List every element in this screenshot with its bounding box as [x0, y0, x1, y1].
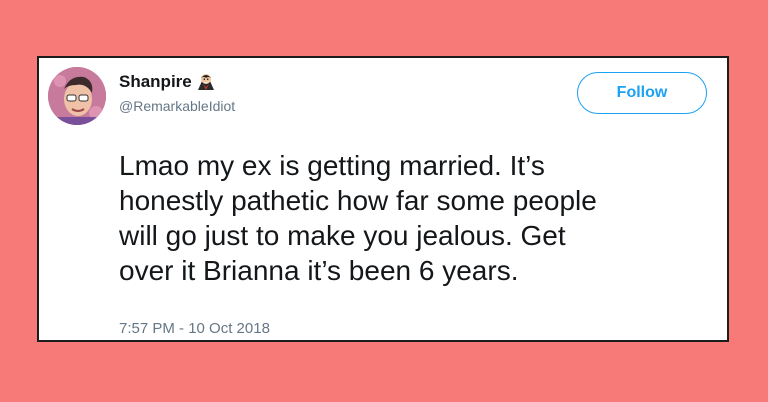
- tweet-line: honestly pathetic how far some people: [119, 185, 597, 216]
- tweet-line: will go just to make you jealous. Get: [119, 220, 566, 251]
- tweet-text: Lmao my ex is getting married. It’s hone…: [119, 148, 719, 288]
- follow-button[interactable]: Follow: [577, 72, 707, 114]
- vampire-emoji-icon: [196, 72, 216, 92]
- user-handle[interactable]: @RemarkableIdiot: [119, 98, 235, 114]
- avatar[interactable]: [48, 67, 106, 125]
- tweet-line: Lmao my ex is getting married. It’s: [119, 150, 545, 181]
- display-name[interactable]: Shanpire: [119, 72, 216, 92]
- tweet-line: over it Brianna it’s been 6 years.: [119, 255, 519, 286]
- tweet-timestamp[interactable]: 7:57 PM - 10 Oct 2018: [119, 320, 270, 337]
- tweet-card: Shanpire @RemarkableIdiot Follow Lmao my…: [37, 56, 729, 342]
- display-name-text: Shanpire: [119, 72, 192, 91]
